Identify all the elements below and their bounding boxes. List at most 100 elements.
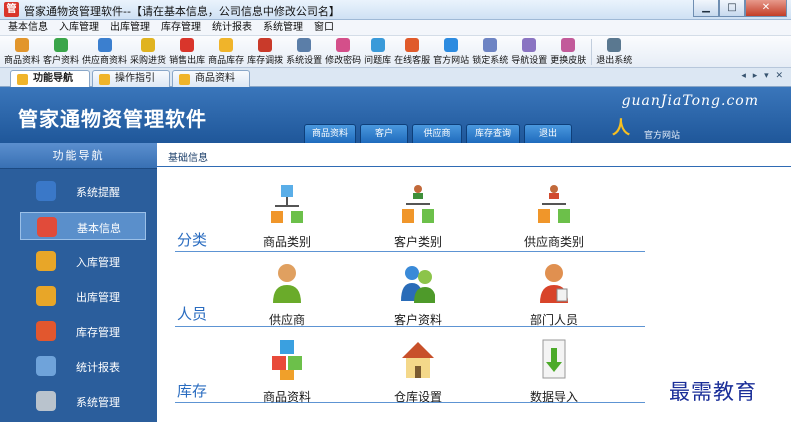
menu-stock-in[interactable]: 入库管理 — [59, 20, 99, 35]
content-title: 基础信息 — [168, 153, 208, 164]
app-icon: 管 — [4, 2, 19, 17]
lock-icon — [483, 38, 498, 52]
module-supplier[interactable]: 供应商 — [242, 261, 332, 335]
toolbar-exit-button[interactable]: 退出系统 — [596, 36, 632, 67]
minimize-button[interactable]: ▁ — [693, 0, 719, 17]
toolbar-goods-button[interactable]: 商品资料 — [4, 36, 40, 67]
maximize-button[interactable]: □ — [719, 0, 745, 17]
sidebar-title: 功能导航 — [0, 143, 157, 169]
toolbar-stock-button[interactable]: 商品库存 — [208, 36, 244, 67]
stock-icon — [219, 38, 234, 52]
window-controls: ▁ □ ✕ — [693, 0, 787, 17]
system-icon — [36, 391, 56, 411]
menu-inventory[interactable]: 库存管理 — [161, 20, 201, 35]
module-warehouse-settings[interactable]: 仓库设置 — [373, 338, 463, 412]
module-department-staff[interactable]: 部门人员 — [509, 261, 599, 335]
close-button[interactable]: ✕ — [745, 0, 787, 17]
password-icon — [336, 38, 351, 52]
nav-settings-icon — [522, 38, 537, 52]
toolbar-customer-button[interactable]: 客户资料 — [43, 36, 79, 67]
website-icon — [444, 38, 459, 52]
customer-group-icon — [401, 266, 435, 303]
staff-icon — [540, 264, 568, 303]
header-quick-tabs: 商品资料 客户 供应商 库存查询 退出 — [304, 124, 576, 143]
toolbar-settings-button[interactable]: 系统设置 — [286, 36, 322, 67]
customer-category-icon — [402, 185, 434, 223]
module-supplier-category[interactable]: 供应商类别 — [509, 183, 599, 257]
settings-icon — [297, 38, 312, 52]
section-label-inventory: 库存 — [177, 382, 208, 400]
exit-icon — [607, 38, 622, 52]
quick-tab-exit[interactable]: 退出 — [524, 124, 572, 143]
module-goods-info[interactable]: 商品资料 — [242, 338, 332, 412]
quick-tab-supplier[interactable]: 供应商 — [412, 124, 462, 143]
tab-function-nav[interactable]: 功能导航 — [10, 70, 90, 87]
transfer-icon — [258, 38, 273, 52]
skin-icon — [561, 38, 576, 52]
toolbar-skin-button[interactable]: 更换皮肤 — [550, 36, 586, 67]
app-header: 管家通物资管理软件 guanJiaTong.com 商品资料 客户 供应商 库存… — [0, 87, 791, 143]
section-label-category: 分类 — [177, 231, 208, 249]
supplier-person-icon — [273, 264, 301, 303]
toolbar-purchase-button[interactable]: 采购进货 — [130, 36, 166, 67]
toolbar-faq-button[interactable]: 问题库 — [364, 36, 391, 67]
module-data-import[interactable]: 数据导入 — [509, 338, 599, 412]
menu-system[interactable]: 系统管理 — [263, 20, 303, 35]
toolbar-password-button[interactable]: 修改密码 — [325, 36, 361, 67]
toolbar-sales-button[interactable]: 销售出库 — [169, 36, 205, 67]
sidebar-item-reports[interactable]: 统计报表 — [20, 352, 146, 380]
menu-basic-info[interactable]: 基本信息 — [8, 20, 48, 35]
tab-scroll-controls[interactable]: ◂ ▸ ▾ ✕ — [741, 71, 785, 81]
brand-domain: guanJiaTong.com — [621, 93, 759, 109]
toolbar-lock-button[interactable]: 锁定系统 — [472, 36, 508, 67]
stock-out-icon — [36, 286, 56, 306]
inventory-icon — [36, 321, 56, 341]
menu-window[interactable]: 窗口 — [314, 20, 334, 35]
toolbar-separator — [591, 39, 593, 65]
sales-icon — [180, 38, 195, 52]
toolbar-supplier-button[interactable]: 供应商资料 — [82, 36, 127, 67]
star-icon — [179, 74, 190, 85]
section-label-people: 人员 — [177, 305, 208, 323]
menu-stock-out[interactable]: 出库管理 — [110, 20, 150, 35]
sidebar-item-stock-out[interactable]: 出库管理 — [20, 282, 146, 310]
purchase-icon — [141, 38, 156, 52]
toolbar-transfer-button[interactable]: 库存调拨 — [247, 36, 283, 67]
tab-goods-info[interactable]: 商品资料 — [172, 70, 250, 87]
tab-strip: 功能导航 操作指引 商品资料 ◂ ▸ ▾ ✕ — [0, 68, 791, 87]
module-customer-category[interactable]: 客户类别 — [373, 183, 463, 257]
data-import-icon — [542, 339, 566, 379]
sidebar: 功能导航 系统提醒 基本信息 入库管理 出库管理 库存管理 统计报表 系统管理 — [0, 143, 157, 422]
warehouse-house-icon — [402, 342, 434, 378]
module-customer-info[interactable]: 客户资料 — [373, 261, 463, 335]
sidebar-item-system[interactable]: 系统管理 — [20, 387, 146, 415]
quick-tab-stock-query[interactable]: 库存查询 — [466, 124, 520, 143]
website-person-icon[interactable]: 人 — [612, 119, 630, 139]
goods-icon — [15, 38, 29, 52]
module-goods-category[interactable]: 商品类别 — [242, 183, 332, 257]
report-icon — [36, 356, 56, 376]
supplier-category-icon — [538, 185, 570, 223]
sidebar-item-basic-info[interactable]: 基本信息 — [20, 212, 146, 240]
category-tree-icon — [271, 185, 303, 223]
toolbar-nav-settings-button[interactable]: 导航设置 — [511, 36, 547, 67]
window-title: 管家通物资管理软件--【请在基本信息，公司信息中修改公司名】 — [24, 5, 340, 18]
content-header: 基础信息 — [157, 143, 791, 167]
toolbar: 商品资料 客户资料 供应商资料 采购进货 销售出库 商品库存 库存调拨 系统设置… — [0, 36, 791, 68]
quick-tab-goods[interactable]: 商品资料 — [304, 124, 356, 143]
menu-reports[interactable]: 统计报表 — [212, 20, 252, 35]
sidebar-item-reminders[interactable]: 系统提醒 — [20, 177, 146, 205]
service-icon — [405, 38, 420, 52]
sidebar-item-inventory[interactable]: 库存管理 — [20, 317, 146, 345]
quick-tab-customer[interactable]: 客户 — [360, 124, 408, 143]
toolbar-service-button[interactable]: 在线客服 — [394, 36, 430, 67]
sidebar-item-stock-in[interactable]: 入库管理 — [20, 247, 146, 275]
star-icon — [17, 74, 28, 85]
website-link[interactable]: 官方网站 — [644, 128, 680, 141]
toolbar-website-button[interactable]: 官方网站 — [433, 36, 469, 67]
basic-info-icon — [37, 217, 57, 237]
faq-icon — [370, 38, 385, 52]
tab-operation-guide[interactable]: 操作指引 — [92, 70, 170, 87]
stock-in-icon — [36, 251, 56, 271]
title-bar: 管 管家通物资管理软件--【请在基本信息，公司信息中修改公司名】 ▁ □ ✕ — [0, 0, 791, 20]
